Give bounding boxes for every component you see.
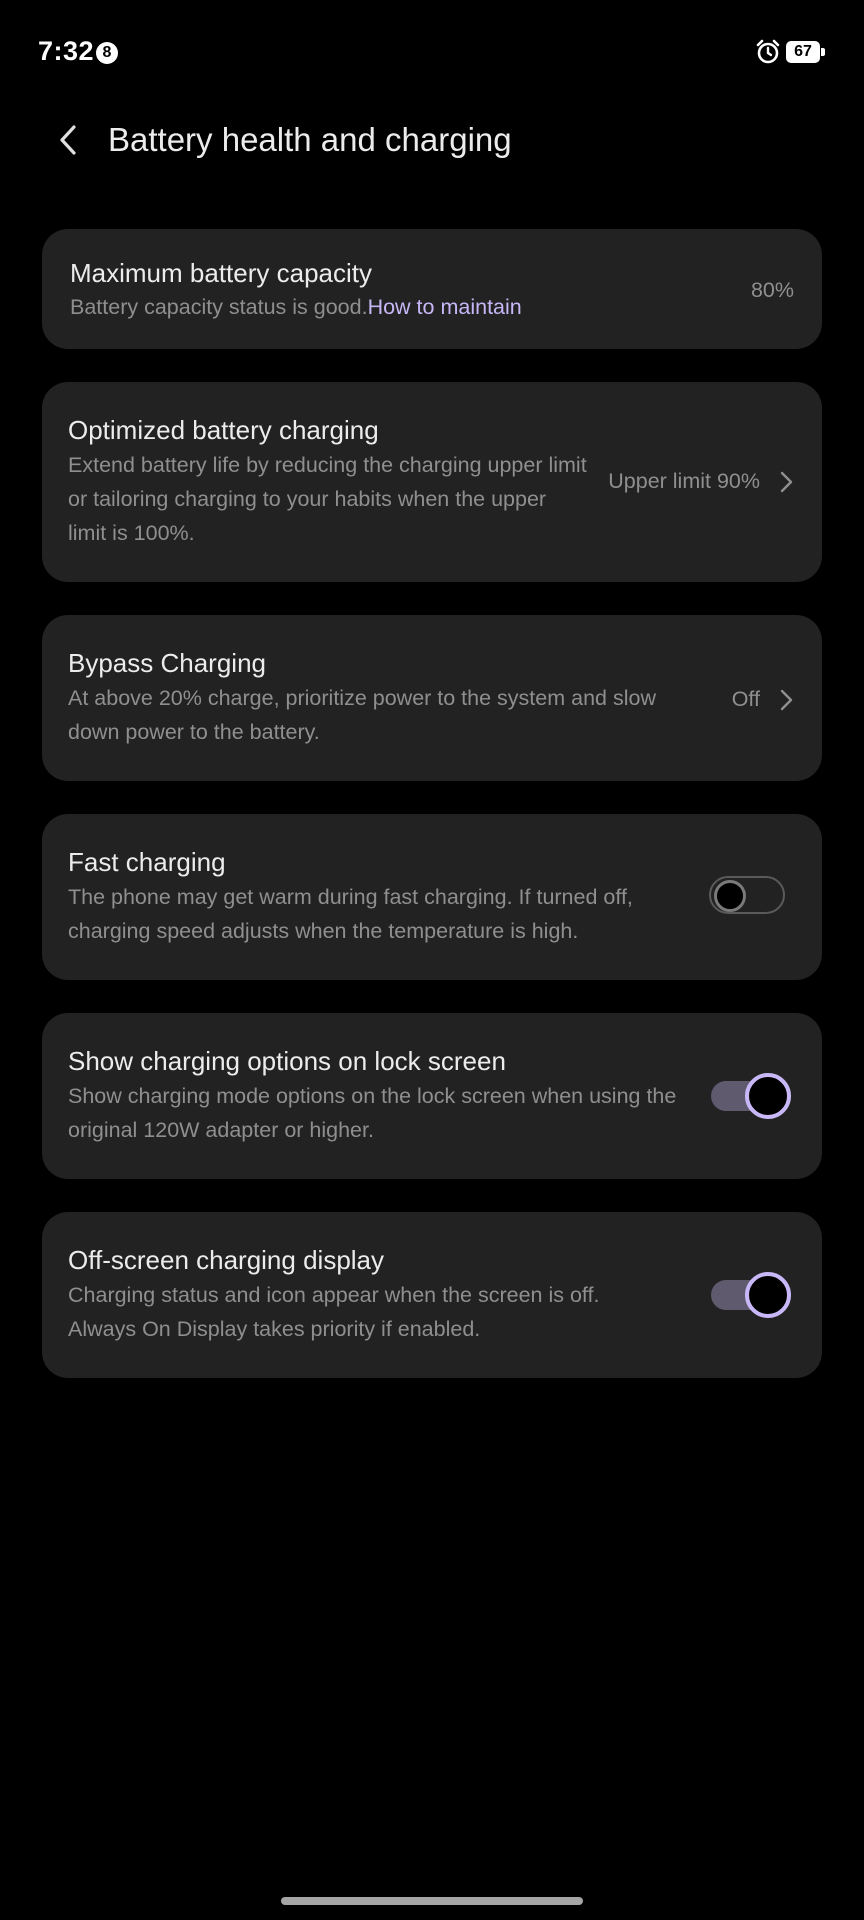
- toggle-knob: [714, 880, 746, 912]
- off-screen-display-toggle[interactable]: [707, 1272, 791, 1318]
- chevron-left-icon: [60, 125, 76, 155]
- lock-screen-options-title: Show charging options on lock screen: [68, 1046, 506, 1076]
- toggle-knob: [745, 1073, 791, 1119]
- optimized-charging-desc: Extend battery life by reducing the char…: [68, 453, 587, 545]
- lock-screen-options-card: Show charging options on lock screen Sho…: [42, 1013, 822, 1179]
- status-time: 7:32: [38, 36, 95, 66]
- max-capacity-value: 80%: [750, 278, 794, 302]
- bypass-charging-value: Off: [731, 687, 760, 711]
- bypass-charging-card[interactable]: Bypass Charging At above 20% charge, pri…: [42, 615, 822, 781]
- off-screen-display-desc: Charging status and icon appear when the…: [68, 1283, 600, 1341]
- fast-charging-title: Fast charging: [68, 847, 226, 877]
- chevron-right-icon: [780, 471, 793, 493]
- off-screen-display-title: Off-screen charging display: [68, 1245, 385, 1275]
- max-capacity-card: Maximum battery capacity Battery capacit…: [42, 229, 822, 349]
- fast-charging-toggle[interactable]: [707, 874, 791, 918]
- fast-charging-desc: The phone may get warm during fast charg…: [68, 885, 633, 943]
- max-capacity-status-text: Battery capacity status is good.: [70, 295, 368, 319]
- optimized-charging-title: Optimized battery charging: [68, 415, 379, 445]
- lock-screen-options-desc: Show charging mode options on the lock s…: [68, 1084, 677, 1142]
- lock-screen-options-toggle[interactable]: [707, 1073, 791, 1119]
- max-capacity-desc: Battery capacity status is good.How to m…: [70, 290, 522, 324]
- status-bar: 7:32 8 67: [0, 0, 864, 104]
- alarm-icon: [756, 39, 780, 64]
- home-indicator[interactable]: [281, 1897, 583, 1905]
- bypass-charging-title: Bypass Charging: [68, 648, 266, 678]
- back-button[interactable]: [44, 116, 92, 164]
- max-capacity-title: Maximum battery capacity: [70, 258, 372, 288]
- notification-badge: 8: [96, 42, 118, 64]
- off-screen-display-card: Off-screen charging display Charging sta…: [42, 1212, 822, 1378]
- how-to-maintain-link[interactable]: How to maintain: [368, 295, 522, 319]
- fast-charging-card: Fast charging The phone may get warm dur…: [42, 814, 822, 980]
- chevron-right-icon: [780, 689, 793, 711]
- page-title: Battery health and charging: [108, 121, 512, 158]
- bypass-charging-desc: At above 20% charge, prioritize power to…: [68, 686, 656, 744]
- optimized-charging-value: Upper limit 90%: [608, 469, 760, 493]
- toggle-knob: [745, 1272, 791, 1318]
- battery-icon: 67: [786, 41, 825, 63]
- app-header: Battery health and charging: [0, 104, 864, 204]
- optimized-charging-card[interactable]: Optimized battery charging Extend batter…: [42, 382, 822, 582]
